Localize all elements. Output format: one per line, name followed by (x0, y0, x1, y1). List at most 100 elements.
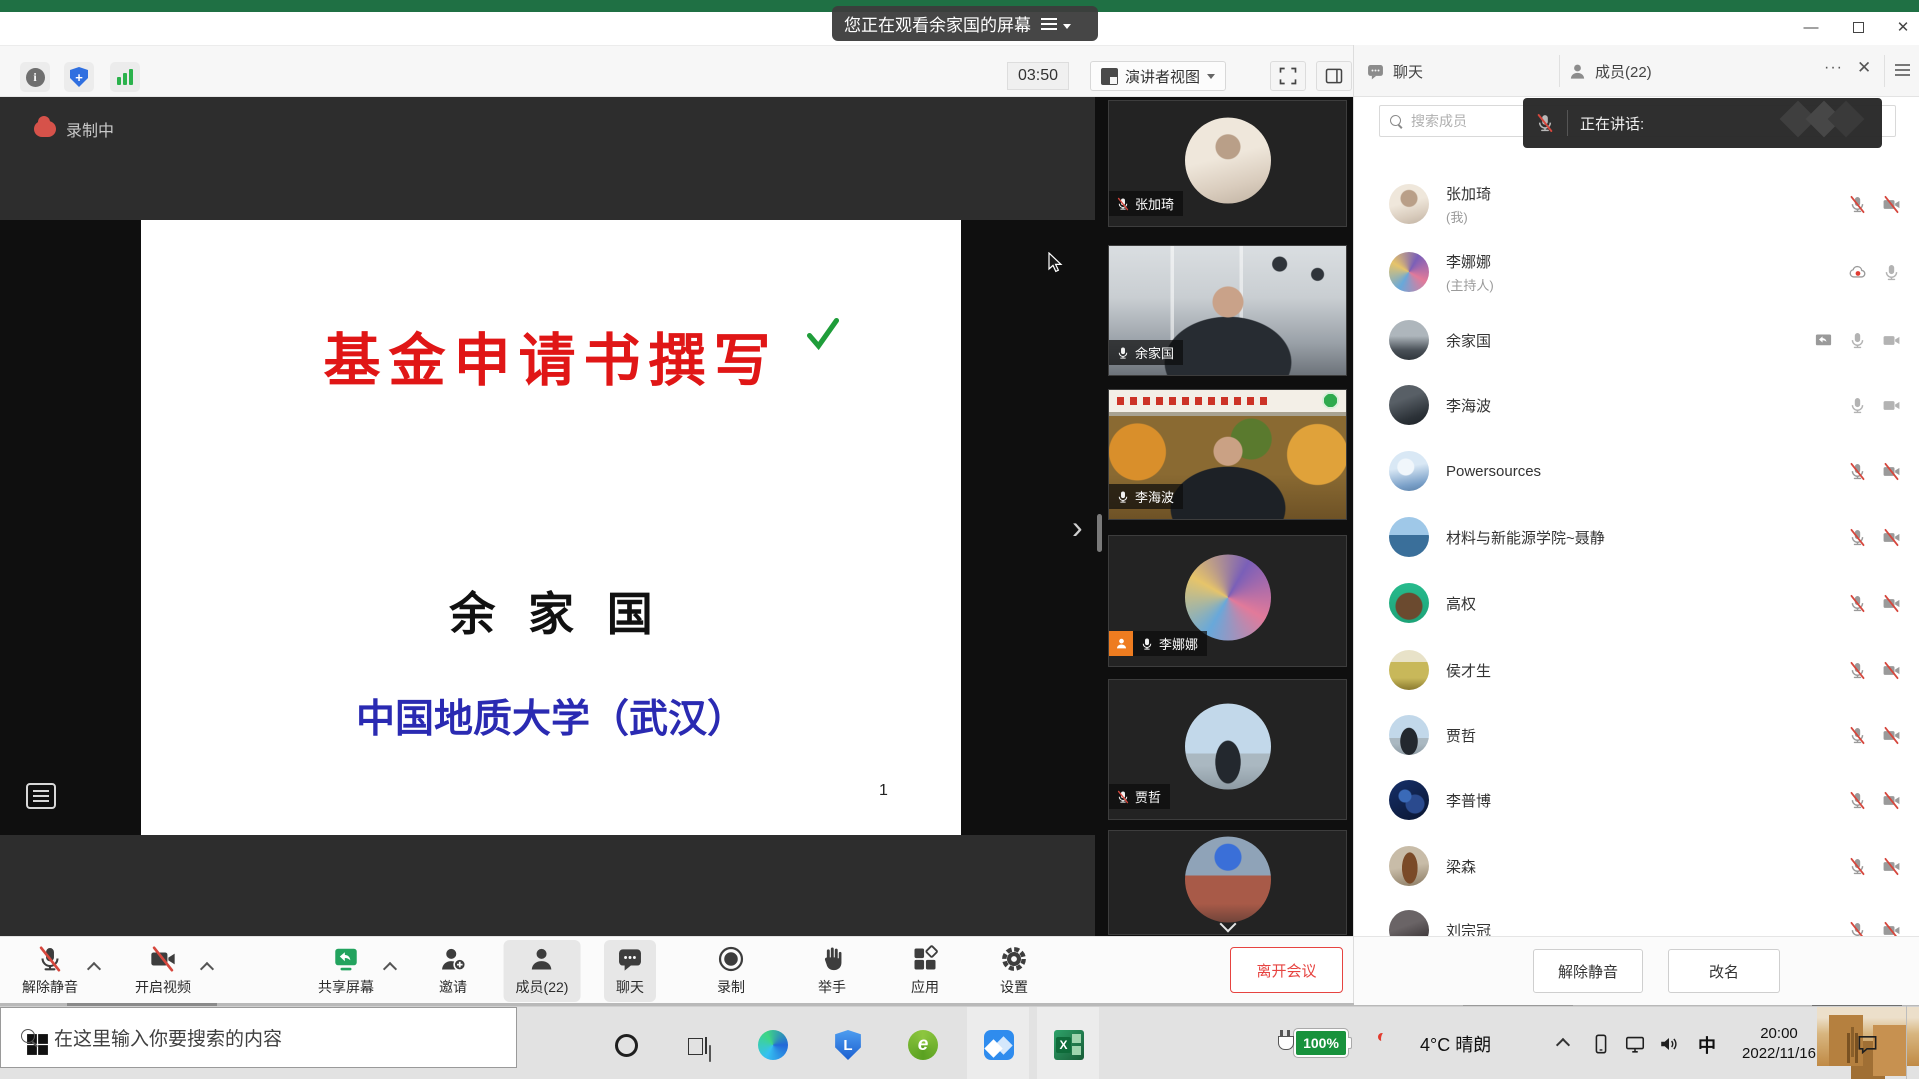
member-row[interactable]: 贾哲 (1354, 713, 1919, 757)
maximize-icon (1853, 22, 1864, 33)
fullscreen-icon (1278, 66, 1298, 86)
unmute-button[interactable]: 解除静音 (1533, 949, 1643, 993)
taskbar-clock[interactable]: 20:00 2022/11/16 (1726, 1024, 1832, 1064)
meeting-timer: 03:50 (1007, 62, 1069, 90)
cam-off-icon (1882, 528, 1901, 547)
fullscreen-button[interactable] (1270, 61, 1306, 91)
tray-overflow-chevron[interactable] (1556, 1037, 1570, 1049)
video-thumbnail[interactable] (1108, 830, 1347, 935)
leave-meeting-button[interactable]: 离开会议 (1230, 947, 1343, 993)
member-row[interactable]: 侯才生 (1354, 648, 1919, 692)
chevron-up-icon[interactable] (88, 961, 99, 972)
view-mode-dropdown[interactable]: 演讲者视图 (1090, 61, 1226, 91)
cortana-button[interactable] (610, 1029, 642, 1061)
control-raise-hand[interactable]: 举手 (806, 940, 858, 1002)
control-share-screen[interactable]: 共享屏幕 (306, 940, 386, 1002)
member-status-icons (1848, 661, 1901, 680)
member-name: 李海波 (1446, 395, 1491, 416)
meeting-info-button[interactable]: i (20, 62, 50, 92)
weather-label[interactable]: 4°C 晴朗 (1420, 1031, 1491, 1057)
video-thumbnail[interactable]: 余家国 (1108, 245, 1347, 376)
show-desktop-divider[interactable] (1906, 1006, 1907, 1079)
control-label: 应用 (911, 977, 939, 997)
task-view-button[interactable] (683, 1029, 715, 1061)
scroll-more-chevron-icon[interactable] (1221, 916, 1235, 930)
control-members[interactable]: 成员(22) (504, 940, 581, 1002)
panel-close-button[interactable]: ✕ (1857, 58, 1871, 78)
mic-on-icon (1882, 263, 1901, 282)
control-settings[interactable]: 设置 (988, 940, 1040, 1002)
control-chat[interactable]: 聊天 (604, 940, 656, 1002)
video-thumbnail[interactable]: 贾哲 (1108, 679, 1347, 820)
control-cam-off[interactable]: 开启视频 (123, 940, 203, 1002)
member-name: 李普博 (1446, 790, 1491, 811)
control-mic-muted[interactable]: 解除静音 (10, 940, 90, 1002)
video-thumbnail[interactable]: 张加琦 (1108, 100, 1347, 227)
green-e-browser-button[interactable]: e (907, 1029, 939, 1061)
watching-screen-banner[interactable]: 您正在观看余家国的屏幕 (832, 6, 1098, 41)
panel-menu-icon[interactable] (1895, 64, 1910, 76)
lenovo-app-button[interactable]: L (832, 1029, 864, 1061)
slide-page-number: 1 (879, 782, 888, 800)
next-page-arrow[interactable]: › (1072, 511, 1083, 543)
toast-decoration (1828, 101, 1865, 138)
member-row[interactable]: 李娜娜(主持人) (1354, 240, 1919, 304)
banner-menu-icon[interactable] (1041, 18, 1057, 30)
taskbar-search-box[interactable]: 在这里输入你要搜索的内容 (0, 1007, 517, 1068)
edge-browser-button[interactable] (757, 1029, 789, 1061)
control-label: 共享屏幕 (318, 977, 374, 997)
network-quality-button[interactable] (110, 62, 140, 92)
mic-on-icon (1116, 490, 1130, 504)
chevron-up-icon[interactable] (201, 961, 212, 972)
thumbnail-scrollbar[interactable] (1097, 514, 1102, 552)
action-center-button[interactable] (1856, 1033, 1879, 1056)
tab-members[interactable]: 成员(22) (1568, 45, 1652, 97)
member-row[interactable]: 材料与新能源学院~聂静 (1354, 515, 1919, 559)
avatar (1185, 117, 1271, 203)
member-role: (主持人) (1446, 275, 1494, 294)
member-row[interactable]: 李普博 (1354, 778, 1919, 822)
member-row[interactable]: 刘宗冠 (1354, 908, 1919, 936)
phone-link-button[interactable] (1590, 1033, 1612, 1055)
avatar (1389, 583, 1429, 623)
tab-chat[interactable]: 聊天 (1366, 45, 1423, 97)
maximize-button[interactable] (1843, 14, 1873, 40)
meeting-app-button[interactable] (983, 1029, 1015, 1061)
chevron-up-icon[interactable] (384, 961, 395, 972)
member-status-icons (1848, 528, 1901, 547)
close-button[interactable]: ✕ (1888, 14, 1918, 40)
member-role: (我) (1446, 207, 1491, 226)
presentation-slide: 基金申请书撰写 余 家 国 中国地质大学（武汉） 1 (141, 220, 961, 835)
member-row[interactable]: 余家国 (1354, 318, 1919, 362)
meeting-security-button[interactable]: + (64, 62, 94, 92)
search-icon (1390, 115, 1403, 128)
cam-off-icon (149, 945, 177, 973)
member-row[interactable]: 梁森 (1354, 844, 1919, 888)
rename-button[interactable]: 改名 (1668, 949, 1780, 993)
battery-indicator[interactable]: 100% (1278, 1029, 1352, 1057)
ime-indicator[interactable]: 中 (1698, 1032, 1716, 1058)
member-row[interactable]: 张加琦(我) (1354, 172, 1919, 236)
weather-moon-icon[interactable] (1385, 1035, 1409, 1059)
control-label: 解除静音 (22, 977, 78, 997)
video-thumbnail[interactable]: 李娜娜 (1108, 535, 1347, 667)
volume-button[interactable] (1658, 1033, 1680, 1055)
member-status-icons (1848, 921, 1901, 937)
annotation-tools-button[interactable] (26, 783, 56, 809)
member-row[interactable]: 李海波 (1354, 383, 1919, 427)
member-row[interactable]: 高权 (1354, 581, 1919, 625)
video-thumbnail[interactable]: 李海波 (1108, 389, 1347, 520)
control-apps[interactable]: 应用 (899, 940, 951, 1002)
network-button[interactable] (1624, 1033, 1646, 1055)
minimize-button[interactable]: — (1796, 14, 1826, 40)
control-invite[interactable]: 邀请 (427, 940, 479, 1002)
excel-button[interactable] (1053, 1029, 1085, 1061)
mic-muted-icon (1848, 857, 1867, 876)
mic-muted-icon (1848, 726, 1867, 745)
member-row[interactable]: Powersources (1354, 449, 1919, 493)
thumbnail-name: 李娜娜 (1159, 634, 1198, 653)
toggle-side-panel-button[interactable] (1316, 61, 1352, 91)
mic-muted-icon (1848, 661, 1867, 680)
more-options-button[interactable]: ··· (1824, 59, 1843, 77)
control-record[interactable]: 录制 (705, 940, 757, 1002)
